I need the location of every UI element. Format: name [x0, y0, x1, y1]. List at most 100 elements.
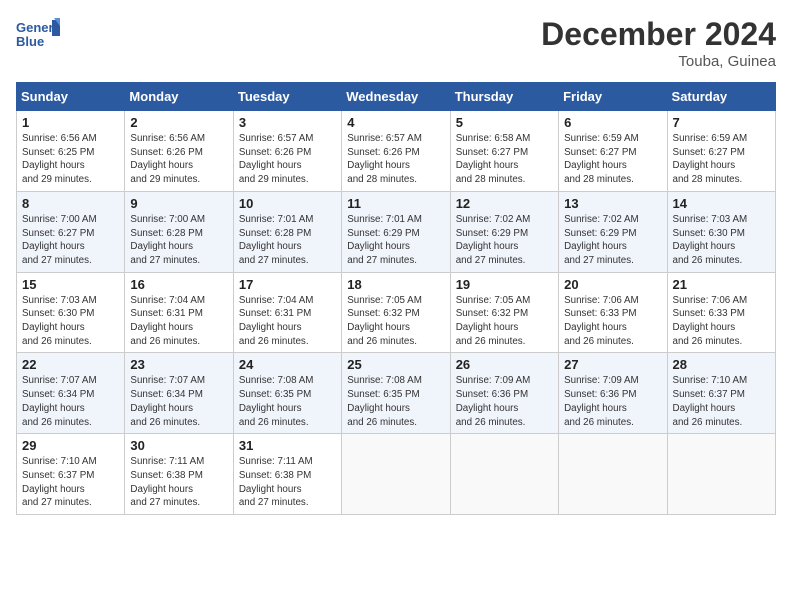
table-cell: 4 Sunrise: 6:57 AM Sunset: 6:26 PM Dayli…: [342, 111, 450, 192]
table-cell: 6 Sunrise: 6:59 AM Sunset: 6:27 PM Dayli…: [559, 111, 667, 192]
day-info: Sunrise: 7:07 AM Sunset: 6:34 PM Dayligh…: [130, 374, 227, 429]
day-info: Sunrise: 7:11 AM Sunset: 6:38 PM Dayligh…: [130, 455, 227, 510]
day-number: 16: [130, 277, 227, 292]
table-cell: 20 Sunrise: 7:06 AM Sunset: 6:33 PM Dayl…: [559, 272, 667, 353]
day-info: Sunrise: 7:02 AM Sunset: 6:29 PM Dayligh…: [456, 213, 553, 268]
logo: General Blue: [16, 16, 64, 52]
day-info: Sunrise: 6:57 AM Sunset: 6:26 PM Dayligh…: [239, 132, 336, 187]
day-info: Sunrise: 7:09 AM Sunset: 6:36 PM Dayligh…: [456, 374, 553, 429]
table-cell: 21 Sunrise: 7:06 AM Sunset: 6:33 PM Dayl…: [667, 272, 775, 353]
table-cell: 9 Sunrise: 7:00 AM Sunset: 6:28 PM Dayli…: [125, 191, 233, 272]
day-number: 29: [22, 438, 119, 453]
day-info: Sunrise: 6:58 AM Sunset: 6:27 PM Dayligh…: [456, 132, 553, 187]
table-cell: 14 Sunrise: 7:03 AM Sunset: 6:30 PM Dayl…: [667, 191, 775, 272]
table-cell: 19 Sunrise: 7:05 AM Sunset: 6:32 PM Dayl…: [450, 272, 558, 353]
col-monday: Monday: [125, 83, 233, 111]
title-block: December 2024 Touba, Guinea: [541, 16, 776, 70]
day-info: Sunrise: 6:59 AM Sunset: 6:27 PM Dayligh…: [673, 132, 770, 187]
location: Touba, Guinea: [541, 53, 776, 70]
table-cell: 12 Sunrise: 7:02 AM Sunset: 6:29 PM Dayl…: [450, 191, 558, 272]
table-cell: [559, 434, 667, 515]
day-number: 10: [239, 196, 336, 211]
day-number: 4: [347, 115, 444, 130]
day-number: 23: [130, 357, 227, 372]
svg-text:Blue: Blue: [16, 34, 44, 49]
calendar-table: Sunday Monday Tuesday Wednesday Thursday…: [16, 82, 776, 515]
table-cell: 26 Sunrise: 7:09 AM Sunset: 6:36 PM Dayl…: [450, 353, 558, 434]
table-cell: 15 Sunrise: 7:03 AM Sunset: 6:30 PM Dayl…: [17, 272, 125, 353]
table-cell: 23 Sunrise: 7:07 AM Sunset: 6:34 PM Dayl…: [125, 353, 233, 434]
table-cell: 11 Sunrise: 7:01 AM Sunset: 6:29 PM Dayl…: [342, 191, 450, 272]
day-info: Sunrise: 7:06 AM Sunset: 6:33 PM Dayligh…: [673, 294, 770, 349]
table-cell: 3 Sunrise: 6:57 AM Sunset: 6:26 PM Dayli…: [233, 111, 341, 192]
page-header: General Blue December 2024 Touba, Guinea: [16, 16, 776, 70]
day-number: 19: [456, 277, 553, 292]
table-cell: 31 Sunrise: 7:11 AM Sunset: 6:38 PM Dayl…: [233, 434, 341, 515]
day-info: Sunrise: 7:02 AM Sunset: 6:29 PM Dayligh…: [564, 213, 661, 268]
day-info: Sunrise: 7:10 AM Sunset: 6:37 PM Dayligh…: [673, 374, 770, 429]
calendar-week-row: 22 Sunrise: 7:07 AM Sunset: 6:34 PM Dayl…: [17, 353, 776, 434]
day-info: Sunrise: 7:03 AM Sunset: 6:30 PM Dayligh…: [22, 294, 119, 349]
day-number: 30: [130, 438, 227, 453]
day-number: 18: [347, 277, 444, 292]
day-number: 13: [564, 196, 661, 211]
day-info: Sunrise: 7:00 AM Sunset: 6:27 PM Dayligh…: [22, 213, 119, 268]
day-number: 28: [673, 357, 770, 372]
col-wednesday: Wednesday: [342, 83, 450, 111]
table-cell: 29 Sunrise: 7:10 AM Sunset: 6:37 PM Dayl…: [17, 434, 125, 515]
day-number: 5: [456, 115, 553, 130]
day-number: 31: [239, 438, 336, 453]
table-cell: 24 Sunrise: 7:08 AM Sunset: 6:35 PM Dayl…: [233, 353, 341, 434]
day-info: Sunrise: 7:05 AM Sunset: 6:32 PM Dayligh…: [347, 294, 444, 349]
day-number: 15: [22, 277, 119, 292]
day-number: 7: [673, 115, 770, 130]
table-cell: 30 Sunrise: 7:11 AM Sunset: 6:38 PM Dayl…: [125, 434, 233, 515]
day-info: Sunrise: 7:07 AM Sunset: 6:34 PM Dayligh…: [22, 374, 119, 429]
day-number: 11: [347, 196, 444, 211]
day-info: Sunrise: 7:05 AM Sunset: 6:32 PM Dayligh…: [456, 294, 553, 349]
col-friday: Friday: [559, 83, 667, 111]
day-number: 8: [22, 196, 119, 211]
day-number: 14: [673, 196, 770, 211]
col-sunday: Sunday: [17, 83, 125, 111]
day-number: 1: [22, 115, 119, 130]
table-cell: 22 Sunrise: 7:07 AM Sunset: 6:34 PM Dayl…: [17, 353, 125, 434]
table-cell: 16 Sunrise: 7:04 AM Sunset: 6:31 PM Dayl…: [125, 272, 233, 353]
day-info: Sunrise: 7:06 AM Sunset: 6:33 PM Dayligh…: [564, 294, 661, 349]
day-info: Sunrise: 7:11 AM Sunset: 6:38 PM Dayligh…: [239, 455, 336, 510]
day-info: Sunrise: 7:08 AM Sunset: 6:35 PM Dayligh…: [239, 374, 336, 429]
table-cell: 28 Sunrise: 7:10 AM Sunset: 6:37 PM Dayl…: [667, 353, 775, 434]
day-info: Sunrise: 7:08 AM Sunset: 6:35 PM Dayligh…: [347, 374, 444, 429]
day-number: 12: [456, 196, 553, 211]
day-number: 20: [564, 277, 661, 292]
table-cell: 13 Sunrise: 7:02 AM Sunset: 6:29 PM Dayl…: [559, 191, 667, 272]
calendar-week-row: 1 Sunrise: 6:56 AM Sunset: 6:25 PM Dayli…: [17, 111, 776, 192]
table-cell: 7 Sunrise: 6:59 AM Sunset: 6:27 PM Dayli…: [667, 111, 775, 192]
table-cell: 25 Sunrise: 7:08 AM Sunset: 6:35 PM Dayl…: [342, 353, 450, 434]
day-info: Sunrise: 7:09 AM Sunset: 6:36 PM Dayligh…: [564, 374, 661, 429]
day-info: Sunrise: 6:56 AM Sunset: 6:26 PM Dayligh…: [130, 132, 227, 187]
table-cell: 18 Sunrise: 7:05 AM Sunset: 6:32 PM Dayl…: [342, 272, 450, 353]
table-cell: [450, 434, 558, 515]
day-info: Sunrise: 7:04 AM Sunset: 6:31 PM Dayligh…: [130, 294, 227, 349]
day-number: 24: [239, 357, 336, 372]
day-number: 6: [564, 115, 661, 130]
day-number: 27: [564, 357, 661, 372]
day-number: 26: [456, 357, 553, 372]
calendar-week-row: 8 Sunrise: 7:00 AM Sunset: 6:27 PM Dayli…: [17, 191, 776, 272]
calendar-header-row: Sunday Monday Tuesday Wednesday Thursday…: [17, 83, 776, 111]
day-info: Sunrise: 6:59 AM Sunset: 6:27 PM Dayligh…: [564, 132, 661, 187]
table-cell: 2 Sunrise: 6:56 AM Sunset: 6:26 PM Dayli…: [125, 111, 233, 192]
table-cell: 5 Sunrise: 6:58 AM Sunset: 6:27 PM Dayli…: [450, 111, 558, 192]
table-cell: 27 Sunrise: 7:09 AM Sunset: 6:36 PM Dayl…: [559, 353, 667, 434]
day-info: Sunrise: 7:04 AM Sunset: 6:31 PM Dayligh…: [239, 294, 336, 349]
day-number: 2: [130, 115, 227, 130]
day-number: 25: [347, 357, 444, 372]
col-tuesday: Tuesday: [233, 83, 341, 111]
day-number: 9: [130, 196, 227, 211]
col-thursday: Thursday: [450, 83, 558, 111]
day-number: 22: [22, 357, 119, 372]
day-info: Sunrise: 6:57 AM Sunset: 6:26 PM Dayligh…: [347, 132, 444, 187]
table-cell: 1 Sunrise: 6:56 AM Sunset: 6:25 PM Dayli…: [17, 111, 125, 192]
day-number: 21: [673, 277, 770, 292]
